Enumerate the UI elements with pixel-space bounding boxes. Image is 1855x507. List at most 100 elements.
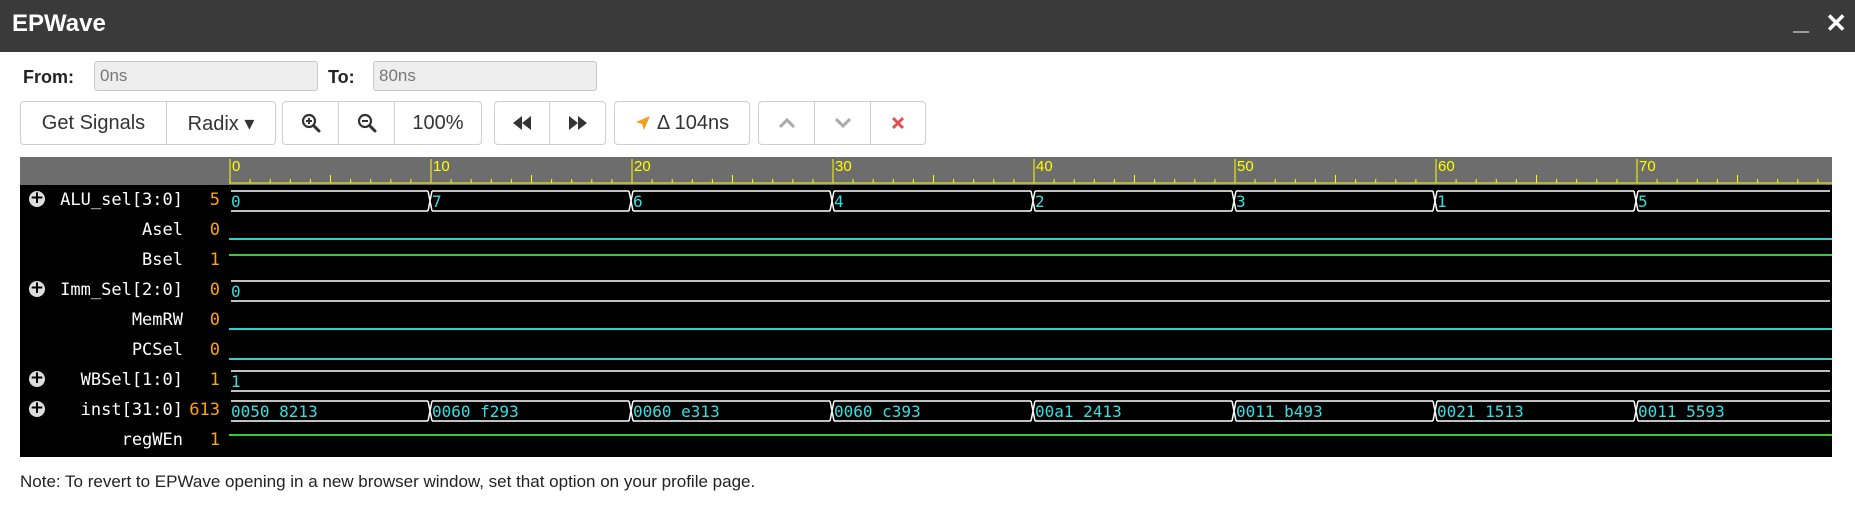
bus-value-label: 7 (432, 192, 442, 211)
radix-dropdown[interactable]: Radix ▾ (167, 102, 275, 144)
minimize-button[interactable]: _ (1793, 4, 1809, 36)
fast-forward-button[interactable] (550, 102, 605, 144)
fast-forward-icon (568, 116, 587, 130)
signal-value: 0 (209, 340, 220, 360)
bus-value-label: 0011_b493 (1236, 402, 1323, 421)
bus-value-label: 6 (633, 192, 643, 211)
bus-value-label: 3 (1236, 192, 1246, 211)
waveform-panel: + ALU_sel[3:0] 5 Asel 0 Bsel 1 + Imm_Sel[2:0] 0 Me… (20, 157, 1832, 457)
waveform-canvas[interactable]: 0 10 20 30 40 50 60 700 7 6 4 2 3 1 5010050_8213 0060_f… (229, 157, 1832, 457)
signal-value: 0 (209, 220, 220, 240)
signal-row[interactable]: + ALU_sel[3:0] 5 (20, 185, 229, 215)
ruler-tick-label: 60 (1438, 158, 1455, 175)
signal-name: regWEn (121, 430, 183, 450)
signal-name: ALU_sel[3:0] (60, 190, 183, 210)
toolbar: Get Signals Radix ▾ 100% Δ 104ns (0, 101, 1855, 147)
bus-value-label: 4 (834, 192, 844, 211)
signal-name: Imm_Sel[2:0] (60, 280, 183, 300)
move-down-button[interactable] (815, 102, 871, 144)
move-up-button[interactable] (759, 102, 815, 144)
signal-name: PCSel (131, 340, 183, 360)
get-signals-button[interactable]: Get Signals (21, 102, 167, 144)
bus-segment (427, 190, 629, 212)
rewind-button[interactable] (495, 102, 551, 144)
signal-name: WBSel[1:0] (80, 370, 183, 390)
signal-row[interactable]: regWEn 1 (20, 425, 229, 455)
bus-value-label: 0050_8213 (231, 402, 318, 421)
close-icon (891, 116, 905, 130)
signal-row[interactable]: MemRW 0 (20, 305, 229, 335)
chevron-down-icon (834, 117, 851, 129)
signal-row[interactable]: Asel 0 (20, 215, 229, 245)
signal-name: MemRW (131, 310, 183, 330)
timeline-ruler[interactable] (229, 157, 1832, 185)
signal-value: 5 (209, 190, 220, 210)
signal-name: inst[31:0] (80, 400, 183, 420)
ruler-tick-label: 0 (232, 158, 240, 175)
bus-segment (1231, 190, 1433, 212)
delta-group: Δ 104ns (614, 101, 750, 145)
zoom-group: 100% (282, 101, 482, 145)
delete-signal-button[interactable] (871, 102, 925, 144)
ruler-tick-label: 70 (1639, 158, 1656, 175)
signal-row[interactable]: + inst[31:0] 613 (20, 395, 229, 425)
signal-edit-group (758, 101, 926, 145)
navigation-group (494, 101, 606, 145)
to-input[interactable] (373, 61, 597, 91)
bus-value-label: 0 (231, 192, 241, 211)
cursor-arrow-icon (635, 116, 650, 130)
from-input[interactable] (94, 61, 318, 91)
ruler-tick-label: 30 (835, 158, 852, 175)
bus-segment (829, 190, 1031, 212)
delta-button[interactable]: Δ 104ns (615, 102, 749, 144)
expand-icon[interactable]: + (29, 370, 45, 387)
ruler-tick-label: 10 (433, 158, 450, 175)
expand-icon[interactable]: + (29, 280, 45, 297)
zoom-out-icon (357, 113, 376, 133)
bus-value-label: 0060_c393 (834, 402, 921, 421)
bus-value-label: 1 (231, 372, 241, 391)
signal-value: 1 (209, 250, 220, 270)
rewind-icon (513, 116, 531, 130)
signal-names-panel: + ALU_sel[3:0] 5 Asel 0 Bsel 1 + Imm_Sel[2:0] 0 Me… (20, 157, 229, 457)
to-label: To: (328, 67, 355, 87)
bus-value-label: 00a1_2413 (1035, 402, 1122, 421)
signal-row[interactable]: + WBSel[1:0] 1 (20, 365, 229, 395)
bus-segment (1030, 190, 1232, 212)
signal-row[interactable]: + Imm_Sel[2:0] 0 (20, 275, 229, 305)
zoom-in-button[interactable] (283, 102, 339, 144)
bus-value-label: 0011_5593 (1638, 402, 1725, 421)
bus-segment (1633, 190, 1830, 212)
bus-segment (231, 280, 1830, 302)
names-header (20, 157, 229, 185)
title-bar: EPWave _ ✕ (0, 0, 1855, 52)
chevron-up-icon (778, 117, 795, 129)
ruler-tick-label: 20 (634, 158, 651, 175)
ruler-tick-label: 50 (1237, 158, 1254, 175)
zoom-in-icon (301, 113, 320, 133)
bus-value-label: 0 (231, 282, 241, 301)
signal-row[interactable]: PCSel 0 (20, 335, 229, 365)
delta-label: Δ 104ns (656, 111, 730, 134)
signal-value: 0 (209, 310, 220, 330)
bus-value-label: 0021_1513 (1437, 402, 1524, 421)
signal-row[interactable]: Bsel 1 (20, 245, 229, 275)
bus-value-label: 2 (1035, 192, 1045, 211)
signal-name: Bsel (142, 250, 183, 270)
zoom-out-button[interactable] (339, 102, 395, 144)
close-button[interactable]: ✕ (1825, 8, 1847, 39)
ruler-tick-label: 40 (1036, 158, 1053, 175)
expand-icon[interactable]: + (29, 190, 45, 207)
signal-value: 0 (209, 280, 220, 300)
window-title: EPWave (12, 10, 106, 37)
signal-value: 613 (189, 400, 220, 420)
bus-segment (628, 190, 830, 212)
zoom-level[interactable]: 100% (395, 102, 481, 144)
bus-segment (1432, 190, 1634, 212)
bus-segment (231, 370, 1830, 392)
expand-icon[interactable]: + (29, 400, 45, 417)
bus-value-label: 1 (1437, 192, 1447, 211)
bus-value-label: 0060_e313 (633, 402, 720, 421)
bus-value-label: 5 (1638, 192, 1648, 211)
bus-segment (231, 190, 428, 212)
